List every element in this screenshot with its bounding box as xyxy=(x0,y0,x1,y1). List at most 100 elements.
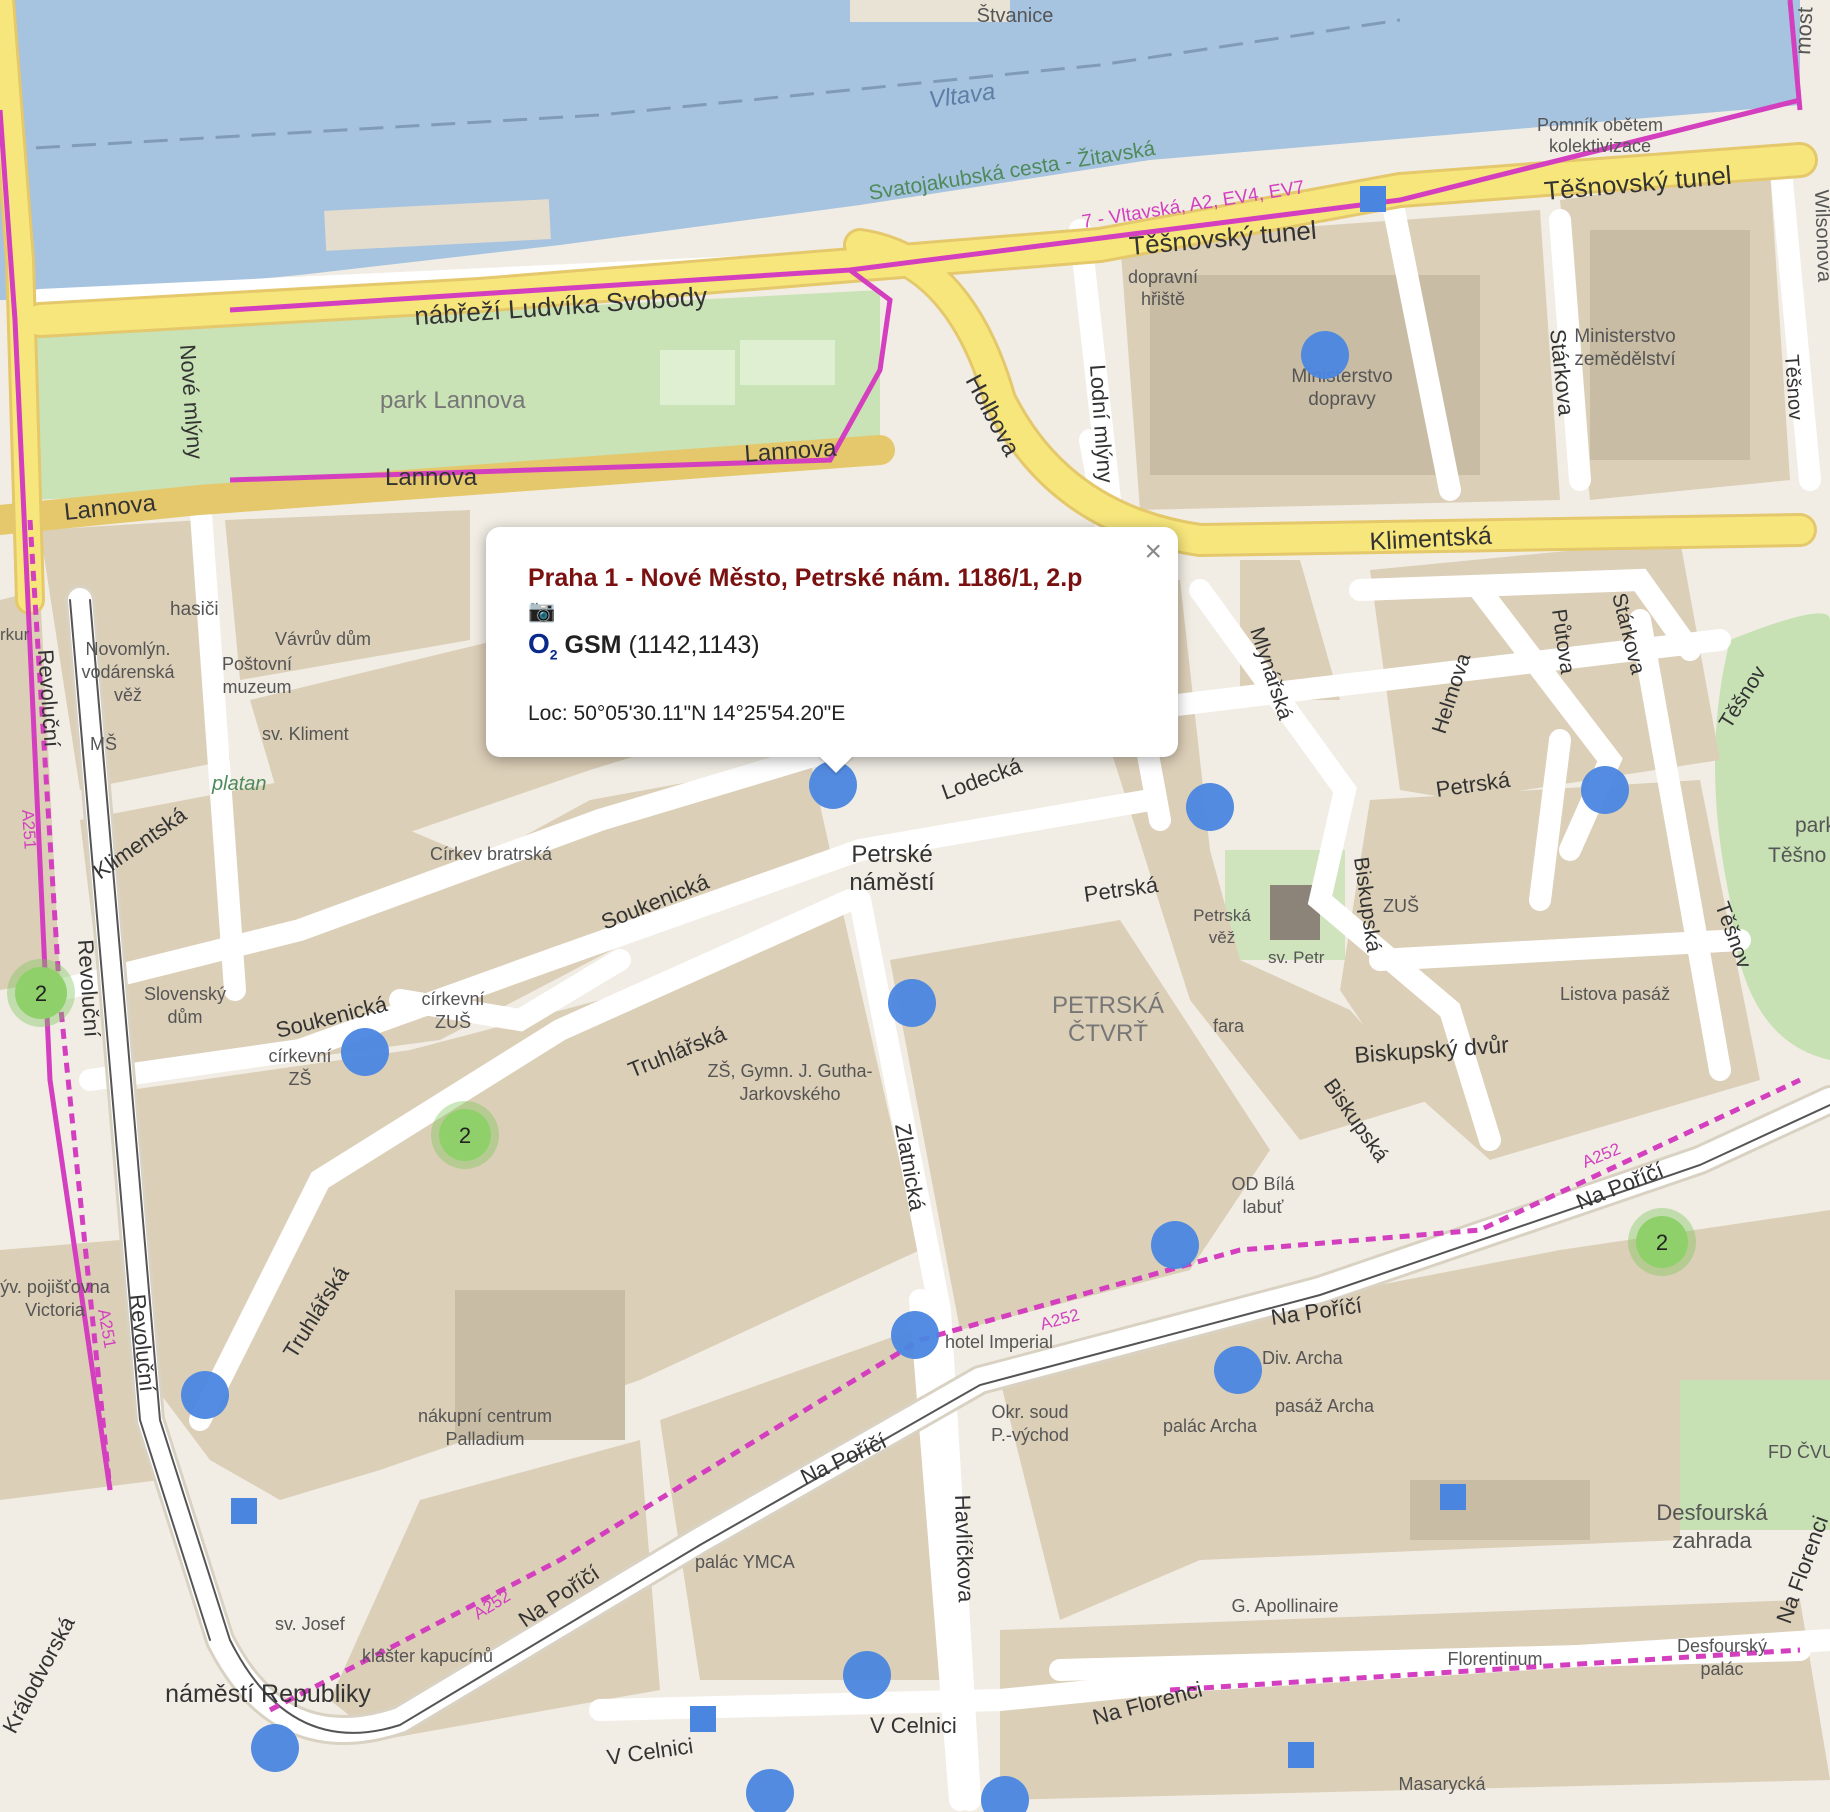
label-slovensky-2: dům xyxy=(167,1007,202,1027)
cell-marker[interactable] xyxy=(181,1371,229,1419)
cell-marker[interactable] xyxy=(843,1651,891,1699)
label-dopravni: dopravní xyxy=(1128,267,1198,287)
cell-marker[interactable] xyxy=(891,1311,939,1359)
label-zs-gymn-2: Jarkovského xyxy=(739,1084,840,1104)
label-vavruv-dum: Vávrův dům xyxy=(275,629,371,649)
label-palac-archa: palác Archa xyxy=(1163,1416,1258,1436)
label-sv-josef: sv. Josef xyxy=(275,1614,346,1634)
label-fara: fara xyxy=(1213,1016,1245,1036)
label-novomlyn-1: Novomlýn. xyxy=(85,639,170,659)
close-icon[interactable]: × xyxy=(1144,537,1162,567)
o2-logo-sub: 2 xyxy=(549,646,558,663)
label-petrska-ctvrt-1: PETRSKÁ xyxy=(1052,992,1164,1019)
label-desfoursky-2: palác xyxy=(1700,1659,1743,1679)
cell-marker[interactable] xyxy=(341,1028,389,1076)
label-a251-1: A251 xyxy=(18,809,40,850)
label-pojistovna-1: ýv. pojišťovna xyxy=(0,1277,110,1297)
cluster-count: 2 xyxy=(1656,1230,1668,1255)
label-hasici: hasiči xyxy=(170,599,219,620)
label-petrske-1: Petrské xyxy=(851,841,932,868)
label-ministerstvo-zemedelstvi-2: zemědělství xyxy=(1574,349,1676,370)
label-park-tesnov-1: park xyxy=(1795,814,1830,837)
cell-marker[interactable] xyxy=(251,1724,299,1772)
cluster-marker[interactable]: 2 xyxy=(7,959,75,1027)
label-petrske-2: náměstí xyxy=(849,869,935,896)
cell-marker[interactable] xyxy=(888,979,936,1027)
cluster-marker[interactable]: 2 xyxy=(431,1101,499,1169)
network-line: O2 GSM (1142,1143) xyxy=(528,629,1138,670)
label-namesti-republiky: náměstí Republiky xyxy=(165,1680,371,1708)
label-okr-soud-2: P.-východ xyxy=(991,1425,1069,1445)
info-popup: × Praha 1 - Nové Město, Petrské nám. 118… xyxy=(486,527,1178,757)
cell-marker[interactable] xyxy=(1581,766,1629,814)
label-pojistovna-2: Victoria xyxy=(25,1300,86,1320)
label-postovni-1: Poštovní xyxy=(222,654,292,674)
label-cirkevni-zus-1: církevní xyxy=(421,989,484,1009)
square-marker[interactable] xyxy=(1440,1484,1466,1510)
label-masarycka: Masarycká xyxy=(1398,1774,1486,1794)
label-tesnov-1: Těšnov xyxy=(1780,354,1807,421)
popup-tip xyxy=(818,755,854,773)
label-hotel-imperial: hotel Imperial xyxy=(945,1332,1053,1352)
label-zus: ZUŠ xyxy=(1383,895,1419,916)
label-sv-kliment: sv. Kliment xyxy=(262,724,349,744)
label-g-apollinaire: G. Apollinaire xyxy=(1231,1596,1338,1616)
label-lannova-2: Lannova xyxy=(385,464,478,491)
label-most: most xyxy=(1790,6,1817,55)
label-florentinum: Florentinum xyxy=(1447,1649,1542,1669)
label-desfoursky-1: Desfourský xyxy=(1677,1636,1767,1656)
label-park-lannova: park Lannova xyxy=(380,387,526,414)
label-od-bila-1: OD Bílá xyxy=(1231,1174,1295,1194)
park-feature xyxy=(740,340,835,385)
popup-title: Praha 1 - Nové Město, Petrské nám. 1186/… xyxy=(528,564,1083,592)
square-marker[interactable] xyxy=(1360,186,1386,212)
label-fd-cvut: FD ČVUT xyxy=(1768,1441,1830,1462)
square-marker[interactable] xyxy=(1288,1742,1314,1768)
cell-marker[interactable] xyxy=(1214,1346,1262,1394)
label-petrska-ctvrt-2: ČTVRŤ xyxy=(1068,1019,1148,1047)
cell-marker[interactable] xyxy=(1186,783,1234,831)
location-coordinates: Loc: 50°05'30.11"N 14°25'54.20"E xyxy=(528,701,846,725)
label-cirkevni-zs-2: ZŠ xyxy=(288,1068,311,1089)
label-okr-soud-1: Okr. soud xyxy=(991,1402,1068,1422)
label-ministerstvo-dopravy-2: dopravy xyxy=(1308,389,1376,410)
label-pomnik: Pomník obětem xyxy=(1537,115,1663,135)
label-palladium-2: Palladium xyxy=(445,1429,524,1449)
label-slovensky-1: Slovenský xyxy=(144,984,226,1004)
label-listova-pasaz: Listova pasáž xyxy=(1560,984,1670,1004)
label-cirkev-bratrska: Církev bratrská xyxy=(430,844,553,864)
label-zs-gymn-1: ZŠ, Gymn. J. Gutha- xyxy=(707,1060,872,1081)
o2-logo-icon: O2 xyxy=(528,628,558,663)
cluster-marker[interactable]: 2 xyxy=(1628,1208,1696,1276)
label-cirkevni-zus-2: ZUŠ xyxy=(435,1011,471,1032)
label-palac-ymca: palác YMCA xyxy=(695,1552,795,1572)
label-ministerstvo-zemedelstvi-1: Ministerstvo xyxy=(1574,326,1675,347)
square-marker[interactable] xyxy=(231,1498,257,1524)
label-kolektivizace: kolektivizace xyxy=(1549,136,1651,156)
map-canvas[interactable]: Štvanice Vltava most Svatojakubská cesta… xyxy=(0,0,1830,1812)
label-pasaz-archa: pasáž Archa xyxy=(1275,1396,1375,1416)
label-ms: MŠ xyxy=(90,733,117,754)
label-petrska-vez-1: Petrská xyxy=(1193,906,1251,925)
label-stvanice: Štvanice xyxy=(977,4,1054,27)
label-klaster: klášter kapucínů xyxy=(362,1646,493,1666)
o2-logo-letter: O xyxy=(528,628,550,659)
label-petrska-vez-2: věž xyxy=(1209,928,1235,947)
label-wilsonova: Wilsonova xyxy=(1810,189,1830,283)
camera-icon[interactable]: 📷 xyxy=(528,599,555,623)
cell-marker[interactable] xyxy=(1301,331,1349,379)
label-park-tesnov-2: Těšno xyxy=(1768,844,1826,867)
label-havlickova: Havlíčkova xyxy=(950,1494,979,1603)
label-desfourska-2: zahrada xyxy=(1672,1528,1752,1553)
label-rku: rkur xyxy=(0,625,30,644)
label-div-archa: Div. Archa xyxy=(1262,1348,1344,1368)
cell-marker[interactable] xyxy=(1151,1221,1199,1269)
label-hriste: hřiště xyxy=(1141,289,1185,309)
square-marker[interactable] xyxy=(690,1706,716,1732)
label-novomlyn-3: věž xyxy=(114,685,142,705)
cluster-count: 2 xyxy=(35,981,47,1006)
label-postovni-2: muzeum xyxy=(222,677,291,697)
label-platan: platan xyxy=(211,773,267,795)
label-palladium-1: nákupní centrum xyxy=(418,1406,552,1426)
label-cirkevni-zs-1: církevní xyxy=(268,1046,331,1066)
